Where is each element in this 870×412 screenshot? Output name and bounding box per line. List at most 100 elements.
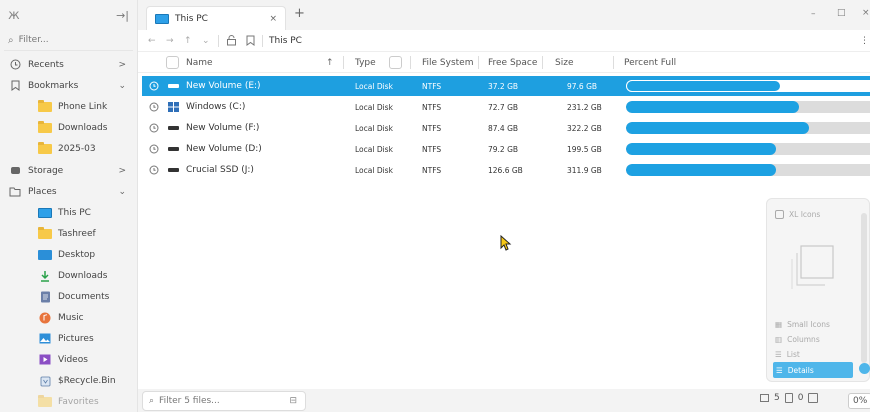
column-header-row: Name ↑ Type File System Free Space Size … [138, 52, 870, 73]
view-small-icons[interactable]: ▦ Small Icons [775, 317, 830, 331]
sidebar-item-desktop[interactable]: Desktop [0, 244, 138, 265]
close-tab-button[interactable]: × [269, 14, 277, 24]
sidebar-item-places[interactable]: Places ⌄ [0, 181, 138, 202]
more-options-button[interactable]: ⋮ [860, 36, 869, 46]
recycle-bin-icon [38, 374, 52, 388]
drive-icon [168, 168, 179, 172]
sidebar: ж →| ⌕ Filter... Recents > Bookmarks ⌄ P… [0, 0, 138, 412]
file-count: 5 [774, 393, 780, 403]
sidebar-item-2025-03[interactable]: 2025-03 [0, 138, 138, 159]
percent-full-bar [626, 143, 870, 155]
zoom-slider-track[interactable] [861, 213, 867, 363]
drive-type: Local Disk [355, 102, 393, 112]
history-dropdown-button[interactable]: ⌄ [202, 36, 210, 46]
new-tab-button[interactable]: + [294, 6, 305, 21]
window-close-button[interactable]: × [862, 8, 870, 18]
column-header-size[interactable]: Size [555, 52, 573, 73]
bookmark-icon [8, 79, 22, 93]
table-row[interactable]: New Volume (D:) Local Disk NTFS 79.2 GB 199.… [142, 139, 870, 159]
type-filter-checkbox[interactable] [389, 56, 402, 69]
table-row[interactable]: New Volume (F:) Local Disk NTFS 87.4 GB 322.… [142, 118, 870, 138]
table-row[interactable]: New Volume (E:) Local Disk NTFS 37.2 GB 97.6… [142, 76, 870, 96]
tab-bar: This PC × + – □ × [138, 0, 870, 30]
table-row[interactable]: Windows (C:) Local Disk NTFS 72.7 GB 231.2 G… [142, 97, 870, 117]
table-row[interactable]: Crucial SSD (J:) Local Disk NTFS 126.6 GB 31… [142, 160, 870, 180]
drive-name: New Volume (E:) [186, 81, 261, 91]
small-icons-icon: ▦ [775, 319, 783, 329]
view-details[interactable]: ☰ Details [773, 362, 853, 378]
zoom-level[interactable]: 0% [848, 393, 870, 409]
address-bar[interactable]: This PC [269, 36, 302, 46]
view-columns[interactable]: ▥ Columns [775, 332, 820, 346]
up-button[interactable]: ↑ [184, 36, 192, 46]
sidebar-item-storage[interactable]: Storage > [0, 160, 138, 181]
sidebar-item-this-pc[interactable]: This PC [0, 202, 138, 223]
forward-button[interactable]: → [166, 36, 174, 46]
sidebar-item-videos[interactable]: Videos [0, 349, 138, 370]
view-xl-icons[interactable]: XL Icons [775, 207, 820, 221]
percent-full-bar [626, 80, 870, 92]
document-icon [38, 290, 52, 304]
column-divider [343, 56, 344, 69]
column-header-type[interactable]: Type [355, 52, 376, 73]
columns-icon: ▥ [775, 334, 783, 344]
column-divider [410, 56, 411, 69]
filter-options-icon[interactable]: ⊟ [289, 396, 297, 406]
zoom-slider-handle[interactable] [859, 363, 870, 374]
sidebar-item-recycle-bin[interactable]: $Recycle.Bin [0, 370, 138, 391]
drive-type: Local Disk [355, 81, 393, 91]
column-header-name[interactable]: Name [186, 52, 213, 73]
search-icon: ⌕ [149, 396, 155, 406]
percent-full-bar [626, 122, 870, 134]
sidebar-item-bookmarks[interactable]: Bookmarks ⌄ [0, 75, 138, 96]
percent-full-fill [626, 122, 809, 134]
sidebar-item-documents[interactable]: Documents [0, 286, 138, 307]
drive-file-system: NTFS [422, 81, 442, 91]
files-icon [760, 394, 769, 402]
file-list: Name ↑ Type File System Free Space Size … [138, 52, 870, 389]
sidebar-item-downloads[interactable]: Downloads [0, 265, 138, 286]
drive-file-system: NTFS [422, 144, 442, 154]
file-filter-input[interactable]: ⌕ Filter 5 files... ⊟ [142, 391, 306, 411]
bookmark-icon[interactable] [245, 35, 256, 49]
view-list[interactable]: ☰ List [775, 347, 800, 361]
folder-icon [38, 99, 52, 114]
sidebar-item-pictures[interactable]: Pictures [0, 328, 138, 349]
places-icon [8, 185, 22, 199]
column-header-free-space[interactable]: Free Space [488, 52, 537, 73]
windows-drive-icon [168, 102, 179, 112]
tab-title: This PC [175, 13, 208, 24]
xl-icons-icon [775, 209, 784, 219]
sidebar-item-favorites[interactable]: Favorites [0, 391, 138, 412]
folder-icon [38, 394, 52, 409]
sidebar-item-downloads-bookmark[interactable]: Downloads [0, 117, 138, 138]
sort-ascending-icon[interactable]: ↑ [326, 52, 334, 73]
column-header-file-system[interactable]: File System [422, 52, 473, 73]
sidebar-item-tashreef[interactable]: Tashreef [0, 223, 138, 244]
folder-icon [38, 120, 52, 135]
collapse-sidebar-button[interactable]: →| [116, 9, 129, 22]
folder-icon [38, 226, 52, 241]
clock-icon [149, 139, 159, 159]
list-icon: ☰ [775, 349, 782, 359]
minimize-button[interactable]: – [811, 9, 816, 19]
drive-size: 199.5 GB [567, 144, 602, 154]
select-all-checkbox[interactable] [166, 56, 179, 69]
sidebar-item-phone-link[interactable]: Phone Link [0, 96, 138, 117]
lock-icon[interactable] [226, 35, 237, 49]
drive-free-space: 126.6 GB [488, 165, 523, 175]
maximize-button[interactable]: □ [837, 8, 846, 18]
sidebar-item-music[interactable]: Music [0, 307, 138, 328]
drive-name: Crucial SSD (J:) [186, 165, 254, 175]
drive-icon [168, 126, 179, 130]
column-header-percent-full[interactable]: Percent Full [624, 52, 676, 73]
drive-free-space: 87.4 GB [488, 123, 519, 133]
drive-type: Local Disk [355, 144, 393, 154]
back-button[interactable]: ← [148, 36, 156, 46]
drive-size: 311.9 GB [567, 165, 602, 175]
sidebar-item-recents[interactable]: Recents > [0, 54, 138, 75]
file-filter-placeholder: Filter 5 files... [159, 396, 220, 406]
column-divider [478, 56, 479, 69]
tab-this-pc[interactable]: This PC × [146, 6, 286, 30]
sidebar-filter-input[interactable]: ⌕ Filter... [4, 30, 133, 51]
